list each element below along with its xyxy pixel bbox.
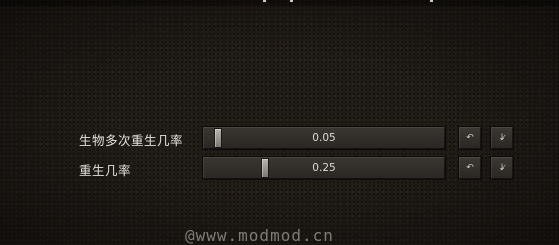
slider-value: 0.05 — [312, 132, 336, 144]
watermark: @www.modmod.cn — [185, 226, 334, 245]
slider-handle[interactable] — [214, 128, 222, 148]
option-label: 重生几率 — [79, 163, 132, 178]
slider-handle[interactable] — [261, 158, 269, 178]
undo-arrow-icon: ↶ — [466, 133, 474, 143]
reset-default-icon: ↓̷ — [498, 133, 506, 143]
option-row-respawn-chance: 重生几率 0.25 ↶ ↓̷ — [0, 156, 559, 182]
title-fragment — [263, 0, 266, 2]
undo-button[interactable]: ↶ — [458, 156, 482, 180]
reset-default-button[interactable]: ↓̷ — [490, 156, 514, 180]
option-label: 生物多次重生几率 — [79, 133, 184, 148]
undo-arrow-icon: ↶ — [466, 163, 474, 173]
title-fragment — [290, 0, 293, 2]
background-vignette — [0, 0, 559, 245]
title-fragment — [430, 0, 433, 2]
reset-default-icon: ↓̷ — [498, 163, 506, 173]
reset-default-button[interactable]: ↓̷ — [490, 126, 514, 150]
slider-value: 0.25 — [312, 162, 336, 174]
respawn-multiple-chance-slider[interactable]: 0.05 — [202, 126, 446, 150]
option-row-respawn-multiple-chance: 生物多次重生几率 0.05 ↶ ↓̷ — [0, 126, 559, 152]
undo-button[interactable]: ↶ — [458, 126, 482, 150]
top-title-strip — [0, 0, 559, 6]
respawn-chance-slider[interactable]: 0.25 — [202, 156, 446, 180]
